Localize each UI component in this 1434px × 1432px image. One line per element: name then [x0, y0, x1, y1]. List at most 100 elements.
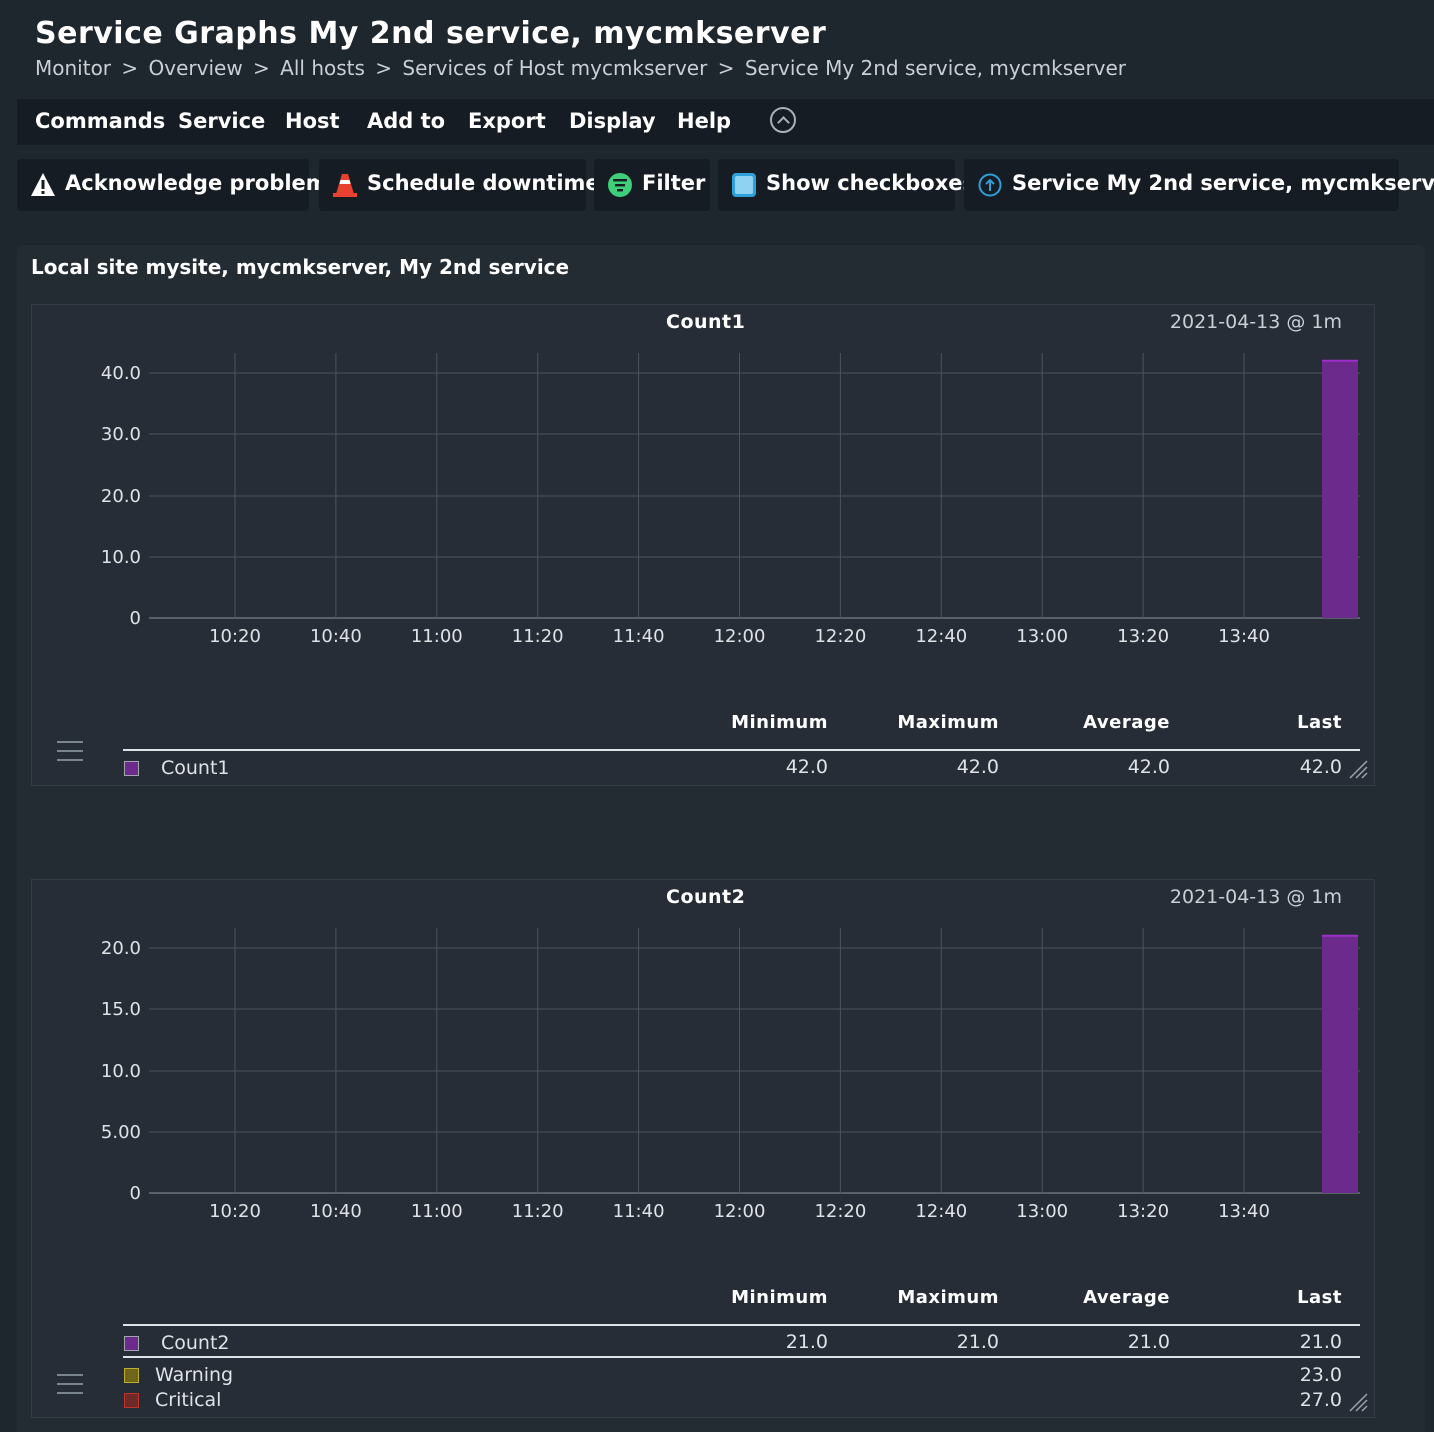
legend-swatch-count1	[124, 761, 139, 776]
breadcrumb-separator: >	[121, 56, 139, 80]
legend-swatch-count2	[124, 1336, 139, 1351]
menu-add-to[interactable]: Add to	[367, 109, 445, 133]
menu-help[interactable]: Help	[677, 109, 731, 133]
data-area-count1	[1322, 360, 1358, 618]
legend-last-warning: 23.0	[1299, 1364, 1342, 1386]
x-tick-label: 13:00	[1016, 1201, 1068, 1222]
x-tick-label: 13:20	[1117, 626, 1169, 647]
y-tick-label: 0	[130, 608, 141, 629]
header-last: Last	[1297, 1287, 1342, 1308]
y-tick-label: 40.0	[101, 363, 141, 384]
show-checkboxes-label: Show checkboxes	[766, 171, 976, 195]
schedule-downtimes-label: Schedule downtimes	[367, 171, 613, 195]
x-tick-label: 11:00	[411, 626, 463, 647]
legend-last-count1: 42.0	[1299, 756, 1342, 778]
x-tick-label: 11:40	[613, 626, 665, 647]
checkbox-icon	[732, 173, 756, 197]
legend-name-warning: Warning	[155, 1364, 234, 1386]
page-title: Service Graphs My 2nd service, mycmkserv…	[35, 16, 827, 51]
y-tick-label: 15.0	[101, 999, 141, 1020]
y-tick-label: 0	[130, 1183, 141, 1204]
menu-export[interactable]: Export	[468, 109, 546, 133]
breadcrumb-separator: >	[375, 56, 393, 80]
menu-display[interactable]: Display	[569, 109, 656, 133]
panel-title: Local site mysite, mycmkserver, My 2nd s…	[31, 255, 570, 279]
breadcrumb-service[interactable]: Service My 2nd service, mycmkserver	[745, 56, 1126, 80]
service-link-button[interactable]: Service My 2nd service, mycmkserver	[964, 159, 1434, 211]
x-tick-label: 12:40	[915, 626, 967, 647]
menu-service[interactable]: Service	[178, 109, 265, 133]
y-tick-label: 5.00	[101, 1122, 141, 1143]
x-tick-label: 13:00	[1016, 626, 1068, 647]
x-tick-label: 10:40	[310, 626, 362, 647]
y-tick-label: 20.0	[101, 486, 141, 507]
x-tick-label: 12:20	[814, 626, 866, 647]
schedule-downtimes-button[interactable]: Schedule downtimes	[319, 159, 612, 211]
menu-host[interactable]: Host	[285, 109, 340, 133]
x-tick-label: 13:20	[1117, 1201, 1169, 1222]
graph-plot[interactable]: 20.0 15.0 10.0 5.00 0 10:20 10:40 11:00 11:20 11:…	[32, 880, 1376, 1230]
data-area-count2	[1322, 935, 1358, 1193]
show-checkboxes-button[interactable]: Show checkboxes	[718, 159, 975, 211]
resize-handle-icon[interactable]	[1348, 759, 1368, 779]
legend-name-count2: Count2	[161, 1332, 230, 1354]
graph-plot[interactable]: 40.0 30.0 20.0 10.0 0 10:20 10:40 11:00 11:20 11:…	[32, 305, 1376, 655]
legend-last-critical: 27.0	[1299, 1389, 1342, 1411]
filter-button[interactable]: Filter	[594, 159, 710, 211]
y-tick-label: 10.0	[101, 547, 141, 568]
x-tick-label: 12:00	[714, 626, 766, 647]
filter-label: Filter	[642, 171, 706, 195]
filter-icon	[608, 173, 632, 197]
x-tick-label: 11:20	[512, 626, 564, 647]
y-tick-label: 20.0	[101, 938, 141, 959]
header-minimum: Minimum	[731, 1287, 828, 1308]
x-tick-label: 11:20	[512, 1201, 564, 1222]
graph-count1: Count1 2021-04-13 @ 1m 40.0 30.0 20.0 10.0 0…	[31, 304, 1375, 786]
x-tick-label: 12:40	[915, 1201, 967, 1222]
breadcrumb-overview[interactable]: Overview	[149, 56, 243, 80]
legend-swatch-critical	[124, 1393, 139, 1408]
legend-max-count1: 42.0	[956, 756, 999, 778]
resize-handle-icon[interactable]	[1348, 1392, 1368, 1412]
breadcrumb-separator: >	[717, 56, 735, 80]
graph-menu-icon[interactable]	[57, 1374, 83, 1394]
header-maximum: Maximum	[897, 712, 999, 733]
graph-menu-icon[interactable]	[57, 741, 83, 761]
x-tick-label: 10:40	[310, 1201, 362, 1222]
legend-separator	[123, 749, 1360, 751]
x-tick-label: 11:00	[411, 1201, 463, 1222]
legend-min-count1: 42.0	[785, 756, 828, 778]
legend-last-count2: 21.0	[1299, 1331, 1342, 1353]
legend-name-critical: Critical	[155, 1389, 222, 1411]
header-last: Last	[1297, 712, 1342, 733]
breadcrumb: Monitor > Overview > All hosts > Service…	[35, 56, 1130, 80]
legend-min-count2: 21.0	[785, 1331, 828, 1353]
cone-icon	[333, 174, 357, 197]
breadcrumb-all-hosts[interactable]: All hosts	[280, 56, 365, 80]
header-minimum: Minimum	[731, 712, 828, 733]
acknowledge-problems-button[interactable]: Acknowledge problems	[17, 159, 340, 211]
y-tick-label: 30.0	[101, 424, 141, 445]
header-maximum: Maximum	[897, 1287, 999, 1308]
collapse-menu-icon[interactable]	[770, 107, 796, 133]
header-average: Average	[1083, 712, 1170, 733]
menu-bar: Commands Service Host Add to Export Disp…	[17, 99, 1434, 145]
legend-avg-count2: 21.0	[1127, 1331, 1170, 1353]
breadcrumb-services-of-host[interactable]: Services of Host mycmkserver	[402, 56, 707, 80]
menu-commands[interactable]: Commands	[35, 109, 165, 133]
header-average: Average	[1083, 1287, 1170, 1308]
x-tick-label: 10:20	[209, 1201, 261, 1222]
x-tick-label: 13:40	[1218, 626, 1270, 647]
service-link-label: Service My 2nd service, mycmkserver	[1012, 171, 1434, 195]
acknowledge-problems-label: Acknowledge problems	[65, 171, 341, 195]
legend-name-count1: Count1	[161, 757, 230, 779]
legend-max-count2: 21.0	[956, 1331, 999, 1353]
service-up-icon	[978, 173, 1002, 197]
x-tick-label: 13:40	[1218, 1201, 1270, 1222]
legend-swatch-warning	[124, 1368, 139, 1383]
legend-separator	[123, 1356, 1360, 1358]
legend-avg-count1: 42.0	[1127, 756, 1170, 778]
x-tick-label: 10:20	[209, 626, 261, 647]
warning-icon	[31, 173, 55, 196]
breadcrumb-monitor[interactable]: Monitor	[35, 56, 111, 80]
